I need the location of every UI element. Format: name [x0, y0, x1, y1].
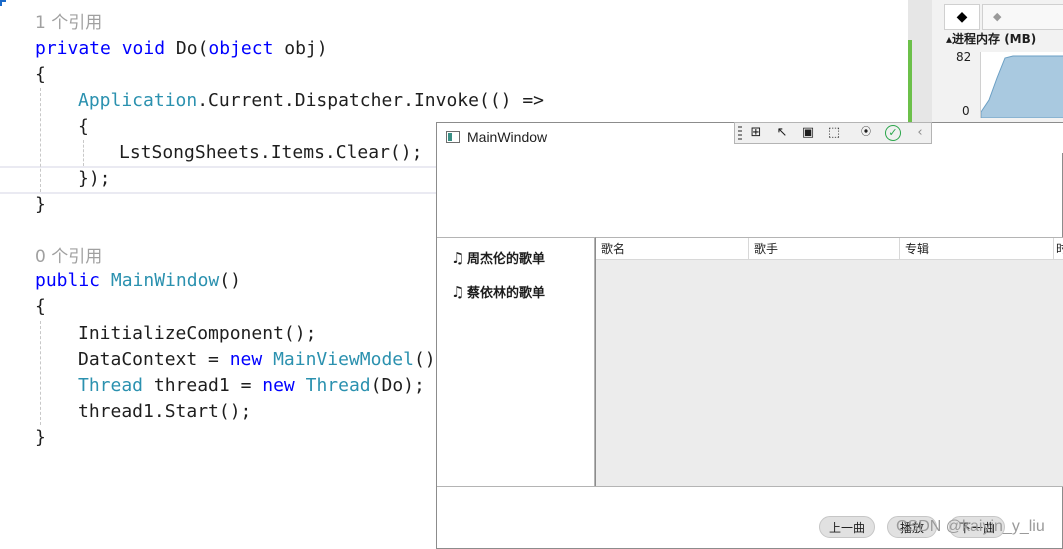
column-header-album[interactable]: 专辑 [900, 238, 1054, 260]
code-line[interactable]: } [35, 192, 46, 218]
code-line[interactable]: { [35, 294, 46, 320]
indent-guide [40, 321, 41, 425]
app-window-icon [446, 131, 460, 143]
music-note-icon: ♫ [451, 249, 465, 267]
song-sheet-label: 蔡依林的歌单 [467, 286, 546, 301]
type-name: Application [78, 90, 198, 111]
code-text: obj) [284, 38, 328, 59]
codelens-references[interactable]: 1 个引用 [35, 10, 102, 36]
code-text: (Do); [370, 375, 425, 396]
memory-axis-max: 82 [956, 50, 972, 64]
code-line[interactable]: Application.Current.Dispatcher.Invoke(()… [78, 88, 544, 114]
code-line[interactable]: private void Do(object obj) [35, 36, 328, 62]
event-filter-tab[interactable]: ◆ [944, 4, 980, 30]
music-note-icon: ♫ [451, 283, 465, 301]
code-line[interactable]: public MainWindow() [35, 268, 241, 294]
type-name: Thread [305, 375, 371, 396]
code-line[interactable]: }); [78, 166, 111, 192]
memory-axis-min: 0 [962, 104, 970, 118]
event-filter-tab-2[interactable]: ◆ [982, 4, 1063, 30]
keyword: object [208, 38, 274, 59]
indent-guide [40, 88, 41, 192]
xaml-debug-toolbar: ⊞ ↖ ▣ ⬚ ⦿ ✓ ‹ [734, 122, 932, 144]
grid-header: 歌名 歌手 专辑 时 [596, 238, 1063, 260]
list-item[interactable]: ♫ 蔡依林的歌单 [451, 282, 545, 301]
code-line[interactable]: InitializeComponent(); [78, 321, 316, 347]
song-sheet-list: ♫ 周杰伦的歌单 ♫ 蔡依林的歌单 [437, 237, 595, 487]
keyword: private [35, 38, 111, 59]
diamond-icon: ◆ [993, 10, 1002, 23]
code-line[interactable]: Thread thread1 = new Thread(Do); [78, 373, 425, 399]
code-text: Do( [175, 38, 209, 59]
diagnostic-tabs: ◆ ◆ [944, 4, 1063, 30]
watermark: CSDN @kaiyin_y_liu [896, 518, 1045, 535]
code-line[interactable]: } [35, 425, 46, 451]
keyword: void [121, 38, 166, 59]
check-icon[interactable]: ✓ [885, 125, 901, 141]
code-line[interactable]: thread1.Start(); [78, 399, 251, 425]
cpu-scroll-area [908, 0, 932, 122]
code-line[interactable]: { [78, 114, 89, 140]
memory-graph [980, 52, 1063, 119]
divider [437, 486, 1063, 487]
binding-icon[interactable]: ⦿ [857, 125, 875, 141]
pointer-icon[interactable]: ↖ [773, 125, 791, 141]
song-grid[interactable]: 歌名 歌手 专辑 时 [595, 237, 1063, 487]
keyword: new [262, 375, 295, 396]
select-element-icon[interactable]: ⊞ [747, 125, 765, 141]
code-text: .Current.Dispatcher.Invoke(() => [197, 90, 544, 111]
code-line[interactable]: { [35, 62, 46, 88]
list-item[interactable]: ♫ 周杰伦的歌单 [451, 248, 545, 267]
current-line-highlight [0, 166, 440, 194]
main-window: MainWindow ⊞ ↖ ▣ ⬚ ⦿ ✓ ‹ ♫ 周杰伦的歌单 ♫ 蔡依林的歌单… [436, 122, 1063, 549]
indent-guide [83, 140, 84, 166]
process-memory-title[interactable]: ▴进程内存 (MB) [946, 30, 1036, 47]
track-focus-icon[interactable]: ⬚ [825, 125, 843, 141]
collapse-icon[interactable]: ‹ [911, 125, 929, 141]
code-text: thread1 = [143, 375, 263, 396]
column-header-singer[interactable]: 歌手 [749, 238, 900, 260]
keyword: public [35, 270, 101, 291]
song-sheet-label: 周杰伦的歌单 [467, 252, 546, 267]
window-title: MainWindow [467, 129, 548, 145]
type-name: Thread [78, 375, 144, 396]
type-name: MainWindow [110, 270, 220, 291]
diamond-icon: ◆ [956, 9, 968, 25]
column-header-duration[interactable]: 时 [1054, 238, 1063, 260]
prev-song-button[interactable]: 上一曲 [819, 516, 875, 538]
code-text: DataContext = [78, 349, 230, 370]
toolbar-grip[interactable] [738, 126, 742, 140]
column-header-song-name[interactable]: 歌名 [596, 238, 749, 260]
keyword: new [229, 349, 263, 370]
layout-adorner-icon[interactable]: ▣ [799, 125, 817, 141]
memory-area-chart [980, 55, 1063, 119]
type-name: MainViewModel [273, 349, 414, 370]
editor-corner-marker [0, 0, 6, 6]
cpu-usage-bar [908, 40, 912, 122]
code-line[interactable]: DataContext = new MainViewModel(); [78, 347, 446, 373]
codelens-references[interactable]: 0 个引用 [35, 244, 102, 270]
code-line[interactable]: LstSongSheets.Items.Clear(); [119, 140, 422, 166]
code-text: () [219, 270, 241, 291]
diagnostic-tools-panel: ◆ ◆ ▴进程内存 (MB) 82 0 [908, 0, 1063, 122]
